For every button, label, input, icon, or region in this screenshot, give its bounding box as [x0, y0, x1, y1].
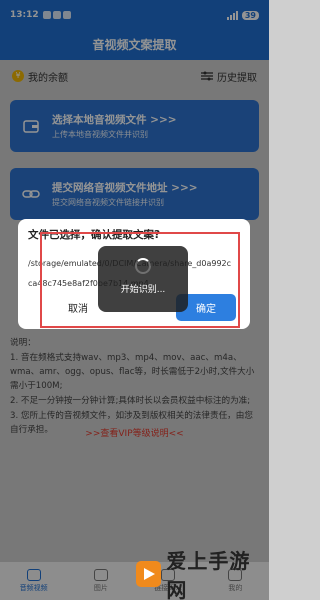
play-logo-icon	[136, 561, 162, 587]
loading-text: 开始识别...	[120, 285, 166, 295]
loading-toast: 开始识别...	[98, 246, 188, 312]
watermark-text: 爱上手游网	[166, 549, 251, 600]
spinner-icon	[135, 258, 151, 274]
watermark: 爱上手游网	[136, 548, 269, 600]
